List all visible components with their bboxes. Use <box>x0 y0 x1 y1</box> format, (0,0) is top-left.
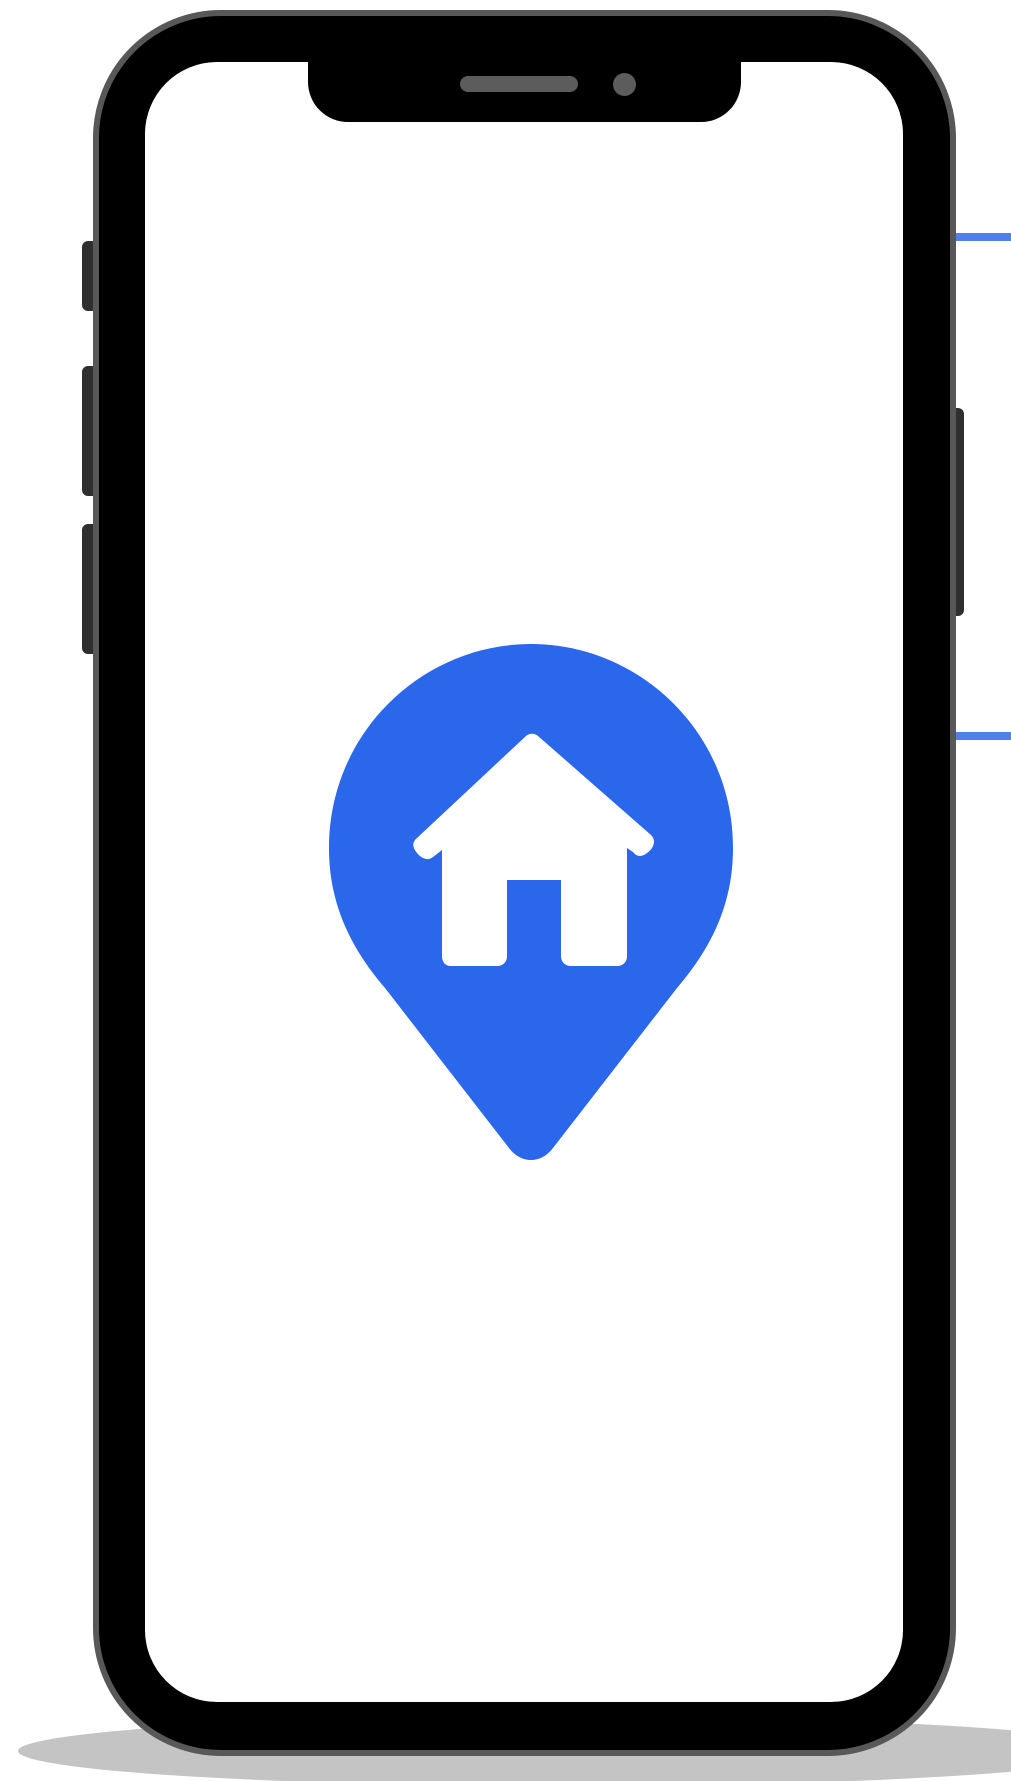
pin-shape <box>329 644 733 1160</box>
guide-line-bottom <box>952 732 1011 740</box>
speaker-grille <box>460 76 578 92</box>
guide-line-top <box>952 233 1011 241</box>
front-camera <box>613 73 636 96</box>
mockup-stage <box>0 0 1011 1781</box>
location-pin-icon <box>329 644 733 1160</box>
